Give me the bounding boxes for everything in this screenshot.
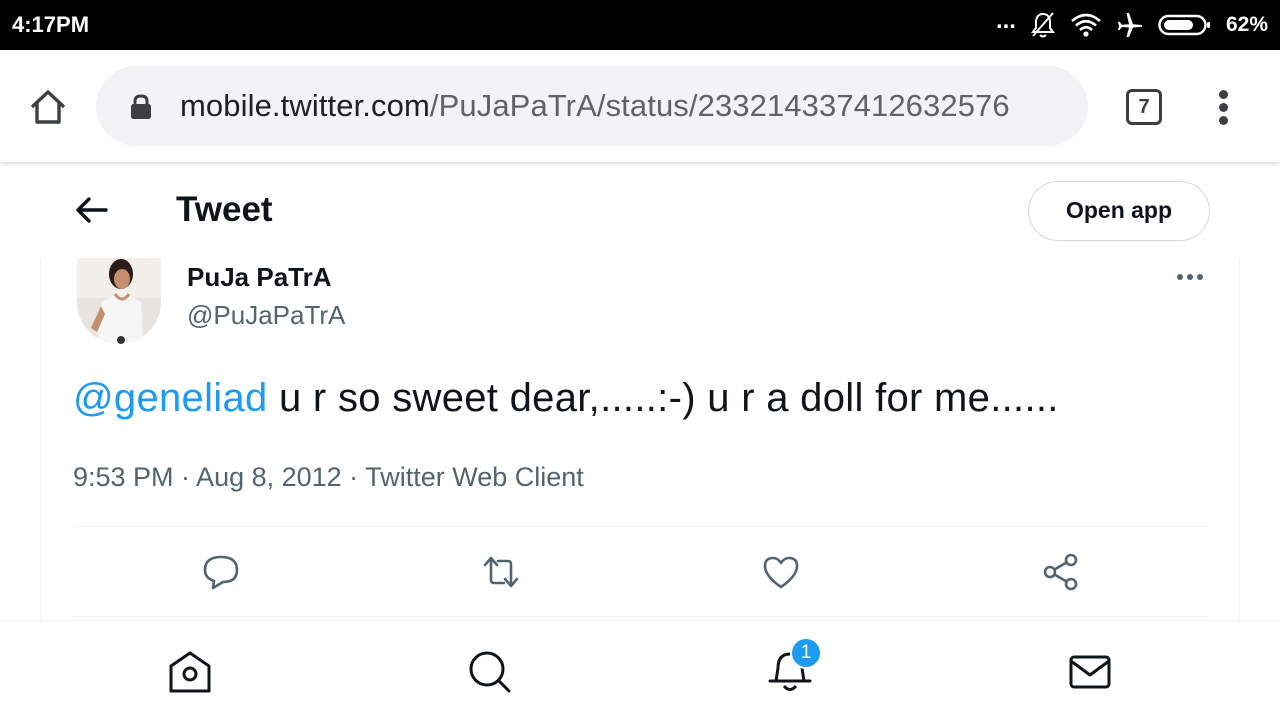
browser-toolbar: mobile.twitter.com/PuJaPaTrA/status/2332… [0, 50, 1280, 162]
tweet-header: Tweet Open app [0, 162, 1280, 258]
author-name[interactable]: PuJa PaTrA [187, 262, 332, 293]
retweet-icon[interactable] [481, 552, 521, 592]
search-icon[interactable] [467, 649, 513, 695]
status-icons: ... 62% [995, 7, 1268, 40]
more-notifications-indicator: ... [995, 7, 1016, 34]
airplane-icon [1117, 13, 1142, 37]
overflow-menu-icon[interactable] [1210, 88, 1238, 128]
mention-link[interactable]: @geneliad [73, 376, 268, 420]
address-bar[interactable]: mobile.twitter.com/PuJaPaTrA/status/2332… [96, 66, 1088, 146]
reply-icon[interactable] [201, 552, 241, 592]
avatar[interactable] [77, 258, 161, 344]
back-arrow-icon[interactable] [72, 192, 112, 228]
bottom-navigation: 1 [0, 620, 1280, 720]
divider [73, 526, 1209, 527]
tweet-text: @geneliad u r so sweet dear,.....:-) u r… [73, 376, 1059, 421]
divider [73, 616, 1209, 617]
page-title: Tweet [176, 190, 273, 229]
silent-bell-icon [1030, 12, 1055, 38]
url-text[interactable]: mobile.twitter.com/PuJaPaTrA/status/2332… [180, 88, 1010, 124]
like-icon[interactable] [761, 552, 801, 592]
tab-switcher-button[interactable]: 7 [1126, 89, 1162, 125]
notification-badge: 1 [790, 637, 822, 669]
messages-icon[interactable] [1067, 649, 1113, 695]
more-options-icon[interactable] [1175, 272, 1207, 282]
author-handle[interactable]: @PuJaPaTrA [187, 300, 345, 331]
tweet-card: PuJa PaTrA @PuJaPaTrA @geneliad u r so s… [40, 258, 1240, 620]
tweet-body: u r so sweet dear,.....:-) u r a doll fo… [267, 376, 1059, 420]
status-time: 4:17PM [12, 12, 90, 37]
open-app-button[interactable]: Open app [1028, 181, 1210, 241]
url-domain: mobile.twitter.com [180, 88, 430, 123]
share-icon[interactable] [1041, 552, 1081, 592]
home-icon[interactable] [28, 88, 68, 126]
lock-icon [131, 94, 151, 119]
battery-icon [1158, 14, 1210, 36]
status-bar: 4:17PM ... 62% [0, 0, 1280, 50]
wifi-icon [1071, 13, 1101, 37]
home-icon[interactable] [167, 649, 213, 695]
battery-percent: 62% [1225, 13, 1268, 36]
url-path: /PuJaPaTrA/status/23321433741263257​6 [429, 88, 1010, 123]
tweet-timestamp[interactable]: 9:53 PM · Aug 8, 2012 · Twitter Web Clie… [73, 462, 584, 493]
